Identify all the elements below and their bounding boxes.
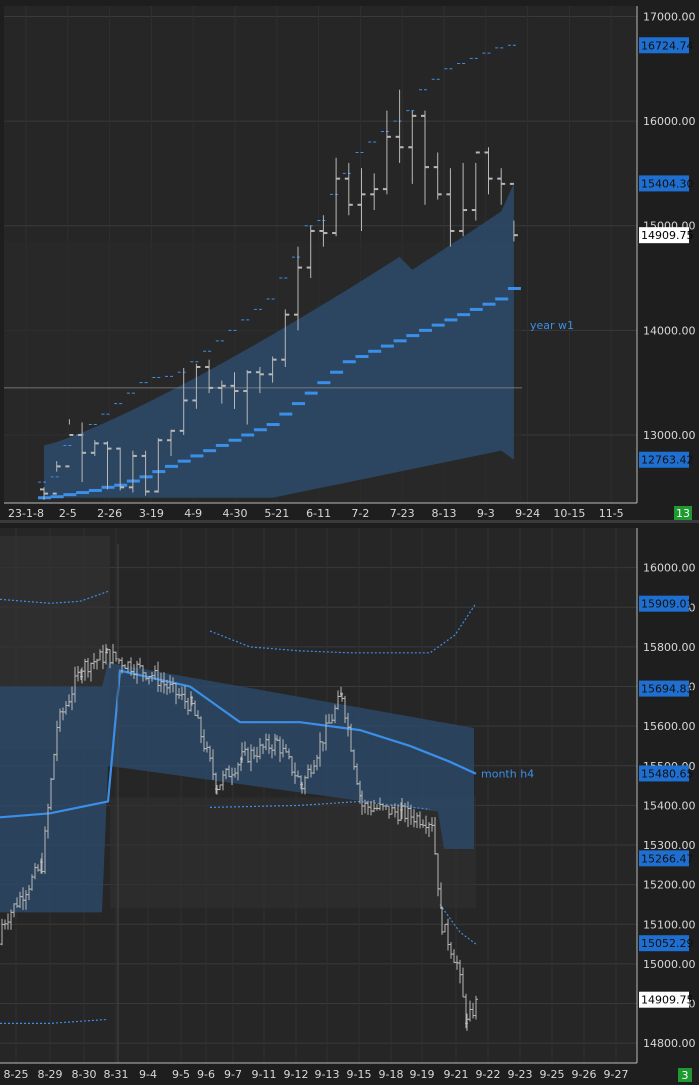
x-tick-label: 4-9	[184, 507, 202, 520]
y-tick-label: 15100.00	[643, 918, 696, 931]
x-tick-label: 10-15	[553, 507, 585, 520]
y-tick-label: 16000.00	[643, 562, 696, 575]
y-tick-label: 13000.00	[643, 429, 696, 442]
x-tick-label: 9-22	[476, 1068, 501, 1081]
x-tick-label: 9-23	[508, 1068, 533, 1081]
series-label-month-h4: month h4	[481, 768, 534, 781]
x-tick-label: 9-4	[139, 1068, 157, 1081]
x-tick-label: 9-24	[515, 507, 540, 520]
x-tick-label: 7-2	[351, 507, 369, 520]
x-tick-label: 9-13	[315, 1068, 340, 1081]
x-tick-label: 5-21	[264, 507, 289, 520]
y-tick-label: 15000.00	[643, 958, 696, 971]
x-tick-label: 23-1-8	[8, 507, 44, 520]
y-tick-label: 16000.00	[643, 115, 696, 128]
x-tick-label: 9-6	[197, 1068, 215, 1081]
x-tick-label: 11-5	[599, 507, 624, 520]
x-tick-label: 6-11	[306, 507, 331, 520]
y-tick-label: 15800.00	[643, 641, 696, 654]
price-tag-text: 15909.01	[641, 598, 694, 611]
x-tick-label: 8-25	[4, 1068, 29, 1081]
corner-badge-text: 3	[682, 1069, 689, 1082]
intraday-chart[interactable]: 16000.0015900.0015800.0015700.0015600.00…	[0, 523, 699, 1085]
series-label-year-w1: year w1	[530, 319, 574, 332]
price-tag-text: 15694.83	[641, 683, 694, 696]
x-tick-label: 8-31	[104, 1068, 129, 1081]
x-tick-label: 3-19	[139, 507, 164, 520]
x-tick-label: 8-13	[432, 507, 457, 520]
y-tick-label: 15200.00	[643, 879, 696, 892]
x-tick-label: 9-26	[572, 1068, 597, 1081]
x-tick-label: 8-30	[72, 1068, 97, 1081]
price-tag-text: 15480.65	[641, 767, 694, 780]
y-tick-label: 15300.00	[643, 839, 696, 852]
x-tick-label: 9-12	[284, 1068, 309, 1081]
price-tag-text: 15404.30	[641, 177, 694, 190]
price-tag-text: 14909.75	[641, 229, 694, 242]
y-tick-label: 17000.00	[643, 10, 696, 23]
x-tick-label: 9-3	[477, 507, 495, 520]
x-tick-label: 9-7	[224, 1068, 242, 1081]
x-tick-label: 9-27	[604, 1068, 629, 1081]
corner-badge-text: 13	[676, 507, 690, 520]
price-tag-text: 14909.75	[641, 994, 694, 1007]
x-tick-label: 7-23	[390, 507, 415, 520]
x-tick-label: 9-21	[444, 1068, 469, 1081]
x-tick-label: 4-30	[223, 507, 248, 520]
x-tick-label: 9-15	[347, 1068, 372, 1081]
x-tick-label: 9-11	[252, 1068, 277, 1081]
price-tag-text: 15052.29	[641, 937, 694, 950]
x-tick-label: 9-5	[172, 1068, 190, 1081]
price-tag-text: 16724.74	[641, 39, 694, 52]
shade-box	[110, 797, 476, 909]
x-tick-label: 9-18	[379, 1068, 404, 1081]
x-tick-label: 8-29	[38, 1068, 63, 1081]
price-tag-text: 15266.47	[641, 852, 694, 865]
x-tick-label: 9-19	[410, 1068, 435, 1081]
y-tick-label: 14000.00	[643, 324, 696, 337]
x-tick-label: 2-26	[97, 507, 122, 520]
y-tick-label: 15600.00	[643, 720, 696, 733]
price-tag-text: 12763.42	[641, 454, 694, 467]
x-tick-label: 9-25	[540, 1068, 565, 1081]
x-tick-label: 2-5	[59, 507, 77, 520]
y-tick-label: 15400.00	[643, 799, 696, 812]
y-tick-label: 14800.00	[643, 1037, 696, 1050]
daily-chart[interactable]: 17000.0016000.0015000.0014000.0013000.00…	[0, 0, 699, 520]
